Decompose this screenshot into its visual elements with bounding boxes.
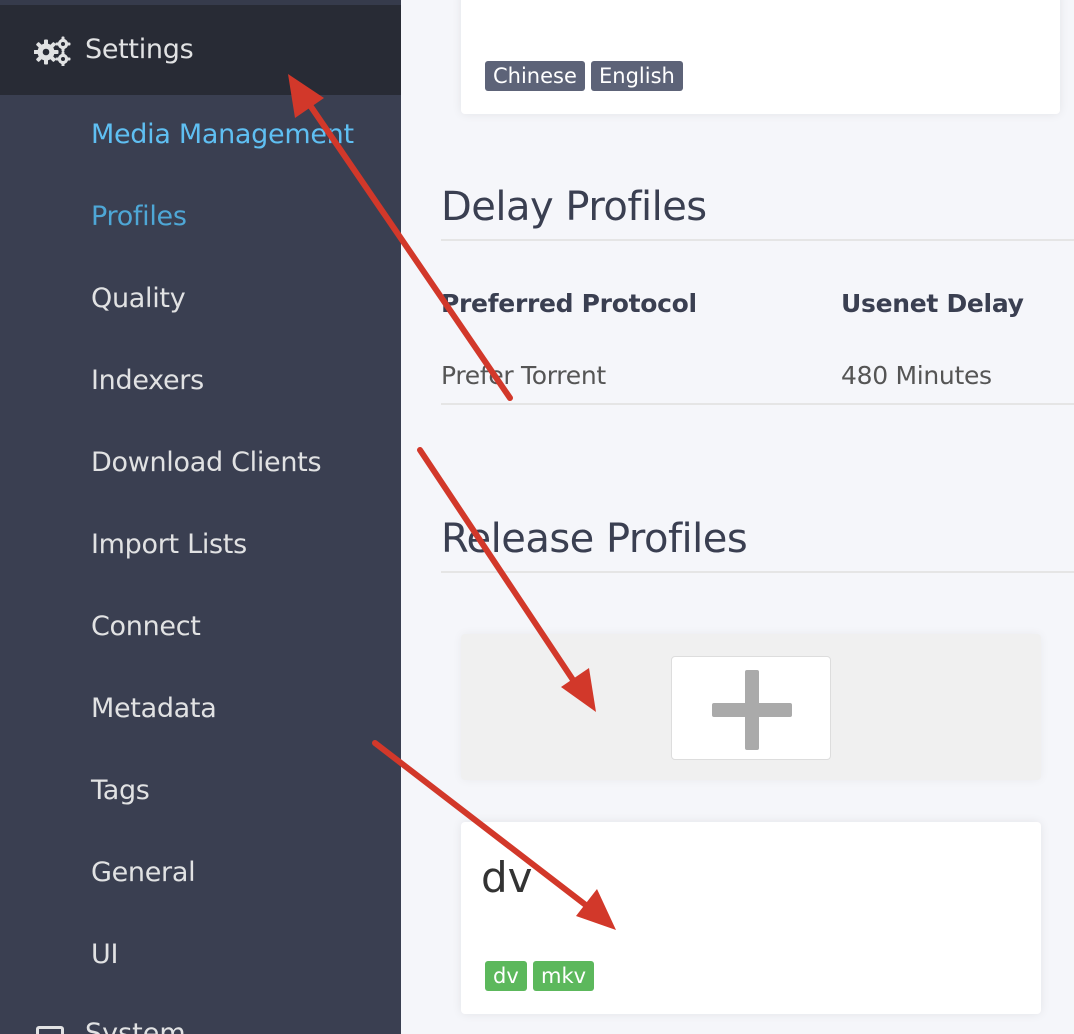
release-profile-name: dv [481,853,533,902]
delay-profiles-divider [441,239,1074,241]
language-profile-card[interactable] [461,0,1060,114]
table-row-divider [441,403,1074,405]
sidebar-item-ui[interactable]: UI [91,937,118,973]
sidebar-item-profiles[interactable]: Profiles [91,199,187,235]
sidebar-item-tags[interactable]: Tags [91,773,150,809]
sidebar-item-media-management[interactable]: Media Management [91,117,354,153]
delay-profiles-title: Delay Profiles [441,184,707,230]
release-profile-tag: dv [485,961,527,991]
sidebar-item-quality[interactable]: Quality [91,281,186,317]
add-release-profile-button[interactable] [671,656,831,760]
sidebar-item-import-lists[interactable]: Import Lists [91,527,247,563]
sidebar-item-connect[interactable]: Connect [91,609,201,645]
sidebar-item-system[interactable]: System [85,1016,186,1034]
delay-profile-usenet-delay: 480 Minutes [841,361,992,390]
settings-menu-header[interactable]: Settings [0,5,401,95]
sidebar-item-indexers[interactable]: Indexers [91,363,204,399]
release-profiles-divider [441,571,1074,573]
delay-profile-protocol: Prefer Torrent [441,361,606,390]
gears-icon [34,36,71,66]
release-profile-tag: mkv [533,961,595,991]
column-header-preferred-protocol: Preferred Protocol [441,289,697,318]
computer-icon [36,1026,64,1034]
settings-label: Settings [85,34,194,65]
sidebar-item-download-clients[interactable]: Download Clients [91,445,322,481]
sidebar-item-general[interactable]: General [91,855,196,891]
language-tag-chinese: Chinese [485,61,585,91]
release-profiles-title: Release Profiles [441,516,748,562]
column-header-usenet-delay: Usenet Delay [841,289,1024,318]
sidebar: Settings Media Management Profiles Quali… [0,0,401,1034]
language-tag-english: English [591,61,683,91]
sidebar-item-metadata[interactable]: Metadata [91,691,217,727]
